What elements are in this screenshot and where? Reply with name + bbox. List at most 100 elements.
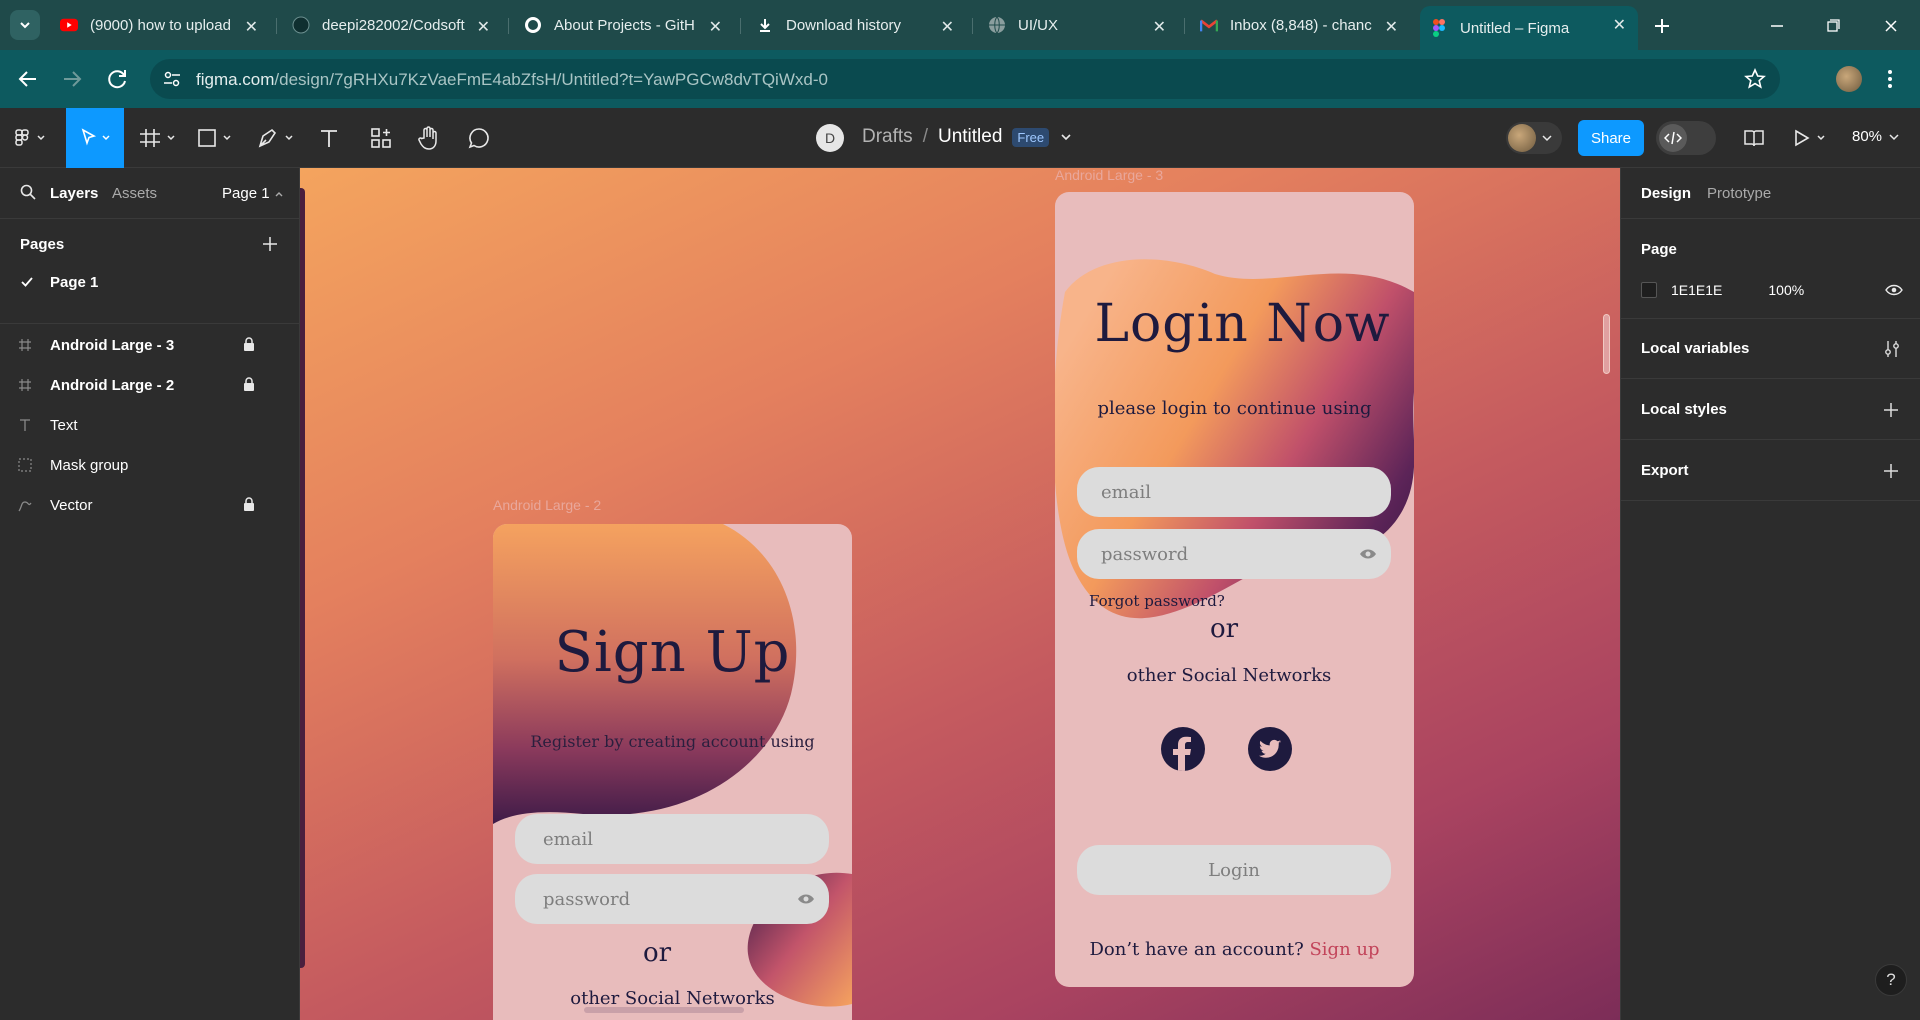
window-close-button[interactable] xyxy=(1876,14,1906,38)
sliders-icon[interactable] xyxy=(1883,340,1901,358)
facebook-icon[interactable] xyxy=(1161,727,1205,771)
plus-icon[interactable] xyxy=(1883,463,1899,479)
page-selector[interactable]: Page 1 xyxy=(222,185,284,202)
eye-icon[interactable] xyxy=(797,892,815,906)
page-color-value[interactable]: 1E1E1E xyxy=(1671,282,1722,298)
workspace-avatar[interactable]: D xyxy=(816,124,844,152)
browser-menu-button[interactable] xyxy=(1880,66,1900,92)
shape-tool-button[interactable] xyxy=(196,122,240,154)
lock-icon[interactable] xyxy=(243,337,255,351)
pages-heading: Pages xyxy=(20,236,65,253)
tab-assets[interactable]: Assets xyxy=(112,185,157,202)
eye-icon[interactable] xyxy=(1885,283,1903,297)
profile-avatar[interactable] xyxy=(1836,66,1862,92)
lock-icon[interactable] xyxy=(243,497,255,511)
layer-row[interactable]: Text xyxy=(0,405,299,445)
close-icon[interactable]: ✕ xyxy=(1613,15,1626,35)
resources-tool-button[interactable] xyxy=(364,122,398,154)
tab-search-button[interactable] xyxy=(10,10,40,40)
export-row[interactable]: Export xyxy=(1621,441,1920,501)
url-field[interactable]: figma.com/design/7gRHXu7KzVaeFmE4abZfsH/… xyxy=(150,59,1780,99)
close-icon[interactable]: ✕ xyxy=(709,17,722,37)
horizontal-scrollbar[interactable] xyxy=(584,1007,744,1013)
help-button[interactable]: ? xyxy=(1875,964,1907,996)
signup-frame[interactable]: Sign Up Register by creating account usi… xyxy=(493,524,852,1020)
close-icon[interactable]: ✕ xyxy=(941,17,954,37)
lock-icon[interactable] xyxy=(243,377,255,391)
reload-button[interactable] xyxy=(102,64,134,94)
tab-prototype[interactable]: Prototype xyxy=(1707,185,1771,202)
browser-tab-active[interactable]: Untitled – Figma ✕ xyxy=(1420,6,1638,50)
browser-tab[interactable]: UI/UX ✕ xyxy=(978,8,1178,42)
zoom-menu[interactable]: 80% xyxy=(1852,128,1900,145)
restore-button[interactable] xyxy=(1818,14,1848,38)
zoom-level: 80% xyxy=(1852,128,1883,145)
signup-link[interactable]: Sign up xyxy=(1309,939,1379,960)
eye-icon[interactable] xyxy=(1359,547,1377,561)
page-color-row[interactable]: 1E1E1E 100% xyxy=(1641,278,1903,302)
user-avatar-menu[interactable] xyxy=(1506,122,1562,154)
browser-tab[interactable]: deepi282002/Codsoft ✕ xyxy=(282,8,502,42)
dev-mode-toggle[interactable] xyxy=(1656,121,1716,155)
layer-row[interactable]: Android Large - 3 xyxy=(0,325,299,365)
share-button[interactable]: Share xyxy=(1578,120,1644,156)
close-icon[interactable]: ✕ xyxy=(245,17,258,37)
tab-layers[interactable]: Layers xyxy=(50,185,98,202)
github-icon xyxy=(524,16,542,34)
new-tab-button[interactable] xyxy=(1648,12,1676,40)
minimize-button[interactable] xyxy=(1762,14,1792,38)
frame-label[interactable]: Android Large - 2 xyxy=(493,497,601,513)
forward-button[interactable] xyxy=(56,64,88,94)
plus-icon[interactable] xyxy=(1883,402,1899,418)
login-password-input[interactable]: password xyxy=(1077,529,1391,579)
signup-password-input[interactable]: password xyxy=(515,874,829,924)
design-canvas[interactable]: Android Large - 2 Sign Up Register by cr… xyxy=(300,168,1620,1020)
local-variables-row[interactable]: Local variables xyxy=(1621,319,1920,379)
close-icon[interactable]: ✕ xyxy=(477,17,490,37)
tab-separator xyxy=(1184,18,1185,34)
browser-tab[interactable]: Inbox (8,848) - chanc ✕ xyxy=(1190,8,1410,42)
color-swatch[interactable] xyxy=(1641,282,1657,298)
main-menu-button[interactable] xyxy=(10,122,54,154)
local-styles-label: Local styles xyxy=(1641,401,1727,418)
file-name[interactable]: Untitled xyxy=(938,126,1002,148)
plan-badge[interactable]: Free xyxy=(1012,127,1050,147)
search-layers-button[interactable] xyxy=(20,184,36,200)
back-button[interactable] xyxy=(12,64,44,94)
chevron-down-icon[interactable] xyxy=(1059,130,1073,144)
comment-tool-button[interactable] xyxy=(462,122,496,154)
text-tool-button[interactable] xyxy=(312,122,346,154)
login-email-input[interactable]: email xyxy=(1077,467,1391,517)
close-icon[interactable]: ✕ xyxy=(1385,17,1398,37)
browser-tab[interactable]: About Projects - GitH ✕ xyxy=(514,8,734,42)
layer-row[interactable]: Android Large - 2 xyxy=(0,365,299,405)
browser-tab[interactable]: Download history ✕ xyxy=(746,8,966,42)
local-styles-row[interactable]: Local styles xyxy=(1621,380,1920,440)
page-opacity-value[interactable]: 100% xyxy=(1768,282,1804,298)
tab-design[interactable]: Design xyxy=(1641,185,1691,202)
login-frame[interactable]: Login Now please login to continue using… xyxy=(1055,192,1414,987)
vertical-scrollbar[interactable] xyxy=(1603,314,1610,374)
frame-tool-button[interactable] xyxy=(138,122,182,154)
signup-email-input[interactable]: email xyxy=(515,814,829,864)
forgot-password-link[interactable]: Forgot password? xyxy=(1089,592,1225,610)
close-icon[interactable]: ✕ xyxy=(1153,17,1166,37)
browser-tab[interactable]: (9000) how to upload ✕ xyxy=(50,8,270,42)
breadcrumb-drafts[interactable]: Drafts xyxy=(862,126,913,148)
hand-tool-button[interactable] xyxy=(412,122,446,154)
pen-tool-button[interactable] xyxy=(256,122,300,154)
present-button[interactable] xyxy=(1790,122,1834,154)
library-button[interactable] xyxy=(1737,122,1771,154)
site-info-icon[interactable] xyxy=(162,69,182,89)
add-page-button[interactable] xyxy=(262,236,278,252)
twitter-icon[interactable] xyxy=(1248,727,1292,771)
bookmark-star-icon[interactable] xyxy=(1744,68,1766,90)
frame-label[interactable]: Android Large - 3 xyxy=(1055,168,1163,183)
figma-icon xyxy=(1430,19,1448,37)
page-item[interactable]: Page 1 xyxy=(0,264,299,300)
layer-row[interactable]: Mask group xyxy=(0,445,299,485)
login-button[interactable]: Login xyxy=(1077,845,1391,895)
hand-icon xyxy=(418,126,437,150)
layer-row[interactable]: Vector xyxy=(0,485,299,525)
move-tool-button[interactable] xyxy=(66,108,124,168)
